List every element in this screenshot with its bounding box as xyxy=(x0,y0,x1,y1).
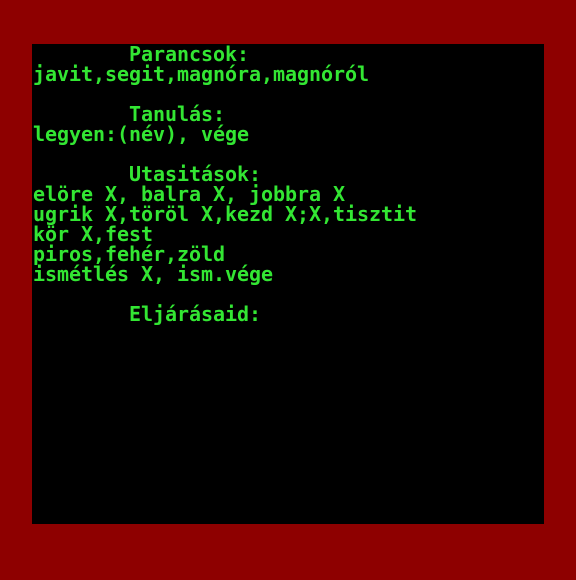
instruction-line-movement: elöre X, balra X, jobbra X xyxy=(33,182,346,206)
learning-heading: Tanulás: xyxy=(129,102,226,126)
terminal-screen: Parancsok: javit,segit,magnóra,magnóról … xyxy=(32,44,544,524)
instruction-line-actions: ugrik X,töröl X,kezd X;X,tisztit xyxy=(33,202,418,226)
instructions-heading: Utasitások: xyxy=(129,162,262,186)
instruction-line-drawing: kör X,fest xyxy=(33,222,154,246)
commands-heading: Parancsok: xyxy=(129,44,250,66)
instruction-line-colors: piros,fehér,zöld xyxy=(33,242,226,266)
procedures-heading: Eljárásaid: xyxy=(129,302,262,326)
commands-list: javit,segit,magnóra,magnóról xyxy=(33,62,370,86)
instruction-line-repeat: ismétlés X, ism.vége xyxy=(33,262,274,286)
learning-syntax: legyen:(név), vége xyxy=(33,122,250,146)
